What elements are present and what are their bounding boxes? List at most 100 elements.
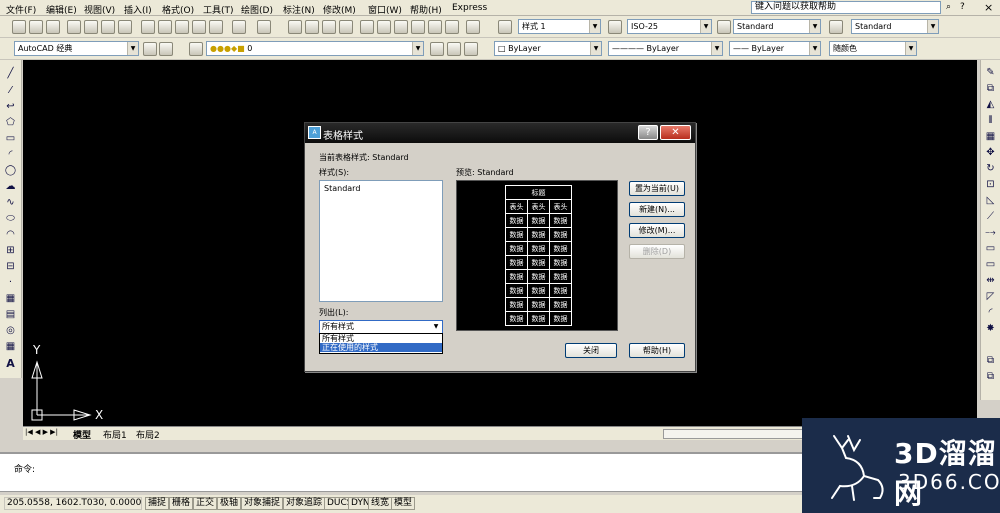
- design-center-icon[interactable]: [377, 20, 391, 34]
- dialog-close-icon[interactable]: ✕: [660, 125, 691, 140]
- linetype-select[interactable]: ———— ByLayer ▼: [608, 41, 723, 56]
- spline-icon[interactable]: ∿: [4, 197, 17, 209]
- snap-button[interactable]: 捕捉: [145, 497, 170, 510]
- menu-format[interactable]: 格式(O): [162, 3, 194, 16]
- lineweight-select[interactable]: —— ByLayer ▼: [729, 41, 821, 56]
- list-filter-select[interactable]: 所有样式 ▼: [319, 320, 443, 334]
- option-all-styles[interactable]: 所有样式: [320, 334, 442, 343]
- workspace-settings-icon[interactable]: [143, 42, 157, 56]
- dialog-titlebar[interactable]: A 表格样式 ? ✕: [305, 123, 695, 143]
- point-icon[interactable]: ·: [4, 277, 17, 289]
- mirror-icon[interactable]: ◭: [984, 99, 997, 111]
- lineweight-button[interactable]: 线宽: [368, 497, 393, 510]
- menu-express[interactable]: Express: [452, 3, 487, 13]
- close-button[interactable]: 关闭: [565, 343, 617, 358]
- search-icon[interactable]: ⌕: [946, 2, 951, 12]
- calculator-icon[interactable]: [445, 20, 459, 34]
- polygon-icon[interactable]: ⬠: [4, 117, 17, 129]
- help-book-icon[interactable]: [466, 20, 480, 34]
- text-style-icon[interactable]: [498, 20, 512, 34]
- plot-preview-icon[interactable]: [84, 20, 98, 34]
- save-icon[interactable]: [46, 20, 60, 34]
- menu-tools[interactable]: 工具(T): [203, 3, 234, 16]
- polar-button[interactable]: 极轴: [217, 497, 242, 510]
- 3dwf-icon[interactable]: [118, 20, 132, 34]
- mleader-style-icon[interactable]: [829, 20, 843, 34]
- explode-icon[interactable]: ✸: [984, 323, 997, 335]
- offset-icon[interactable]: ⫴: [984, 115, 997, 127]
- tab-nav-arrows-icon[interactable]: |◀ ◀ ▶ ▶|: [25, 428, 58, 436]
- table-style-icon[interactable]: [717, 20, 731, 34]
- grid-button[interactable]: 栅格: [169, 497, 194, 510]
- extend-icon[interactable]: ⤍: [984, 227, 997, 239]
- dim-style-icon[interactable]: [608, 20, 622, 34]
- line-icon[interactable]: ╱: [4, 68, 17, 80]
- circle-icon[interactable]: ◯: [4, 165, 17, 177]
- styles-listbox[interactable]: Standard: [319, 180, 443, 302]
- set-current-button[interactable]: 置为当前(U): [629, 181, 685, 196]
- new-button[interactable]: 新建(N)...: [629, 202, 685, 217]
- layer-states-icon[interactable]: [464, 42, 478, 56]
- tab-model[interactable]: 模型: [73, 428, 91, 441]
- plot-style-select[interactable]: 随颜色 ▼: [829, 41, 917, 56]
- paste-icon[interactable]: [175, 20, 189, 34]
- modify-button[interactable]: 修改(M)...: [629, 223, 685, 238]
- menu-window[interactable]: 窗口(W): [368, 3, 402, 16]
- text-style-select[interactable]: 样式 1 ▼: [518, 19, 601, 34]
- help-button[interactable]: 帮助(H): [629, 343, 685, 358]
- revcloud-icon[interactable]: ☁: [4, 181, 17, 193]
- menu-draw[interactable]: 绘图(D): [241, 3, 273, 16]
- break-at-point-icon[interactable]: ▭: [984, 243, 997, 255]
- trim-icon[interactable]: ⟋: [984, 211, 997, 223]
- tool-palettes-icon[interactable]: [394, 20, 408, 34]
- gradient-icon[interactable]: ▤: [4, 309, 17, 321]
- menu-modify[interactable]: 修改(M): [323, 3, 356, 16]
- markup-icon[interactable]: [428, 20, 442, 34]
- mtext-icon[interactable]: A: [4, 358, 17, 370]
- help-icon[interactable]: ?: [960, 2, 965, 12]
- table-icon[interactable]: ▦: [4, 341, 17, 353]
- region-icon[interactable]: ◎: [4, 325, 17, 337]
- tab-layout1[interactable]: 布局1: [103, 428, 127, 441]
- stretch-icon[interactable]: ◺: [984, 195, 997, 207]
- match-properties-icon[interactable]: [192, 20, 206, 34]
- model-button[interactable]: 模型: [391, 497, 416, 510]
- draworder-back-icon[interactable]: ⧉: [984, 371, 997, 383]
- polyline-icon[interactable]: ↩: [4, 101, 17, 113]
- break-icon[interactable]: ▭: [984, 259, 997, 271]
- zoom-window-icon[interactable]: [322, 20, 336, 34]
- rotate-icon[interactable]: ↻: [984, 163, 997, 175]
- menu-dimension[interactable]: 标注(N): [283, 3, 315, 16]
- ellipse-arc-icon[interactable]: ◠: [4, 229, 17, 241]
- otrack-button[interactable]: 对象追踪: [283, 497, 326, 510]
- my-workspace-icon[interactable]: [159, 42, 173, 56]
- close-doc-icon[interactable]: ×: [984, 1, 993, 14]
- workspace-select[interactable]: AutoCAD 经典 ▼: [14, 41, 139, 56]
- array-icon[interactable]: ▦: [984, 131, 997, 143]
- table-style-select[interactable]: Standard ▼: [733, 19, 821, 34]
- make-block-icon[interactable]: ⊟: [4, 261, 17, 273]
- sheet-set-icon[interactable]: [411, 20, 425, 34]
- dim-style-select[interactable]: ISO-25 ▼: [627, 19, 712, 34]
- hatch-icon[interactable]: ▦: [4, 293, 17, 305]
- print-icon[interactable]: [67, 20, 81, 34]
- pan-icon[interactable]: [288, 20, 302, 34]
- menu-help[interactable]: 帮助(H): [410, 3, 442, 16]
- option-styles-in-use[interactable]: 正在使用的样式: [320, 343, 442, 352]
- chamfer-icon[interactable]: ◸: [984, 291, 997, 303]
- menu-file[interactable]: 文件(F): [6, 3, 36, 16]
- redo-icon[interactable]: [257, 20, 271, 34]
- horizontal-scrollbar[interactable]: [663, 429, 803, 439]
- layer-previous-icon[interactable]: [447, 42, 461, 56]
- cut-icon[interactable]: [141, 20, 155, 34]
- move-icon[interactable]: ✥: [984, 147, 997, 159]
- style-item-standard[interactable]: Standard: [320, 181, 442, 196]
- osnap-button[interactable]: 对象捕捉: [241, 497, 284, 510]
- mleader-style-select[interactable]: Standard ▼: [851, 19, 939, 34]
- new-icon[interactable]: [12, 20, 26, 34]
- join-icon[interactable]: ⇹: [984, 275, 997, 287]
- layer-select[interactable]: ●●●◆■ 0 ▼: [206, 41, 424, 56]
- open-icon[interactable]: [29, 20, 43, 34]
- zoom-realtime-icon[interactable]: [305, 20, 319, 34]
- menu-insert[interactable]: 插入(I): [124, 3, 152, 16]
